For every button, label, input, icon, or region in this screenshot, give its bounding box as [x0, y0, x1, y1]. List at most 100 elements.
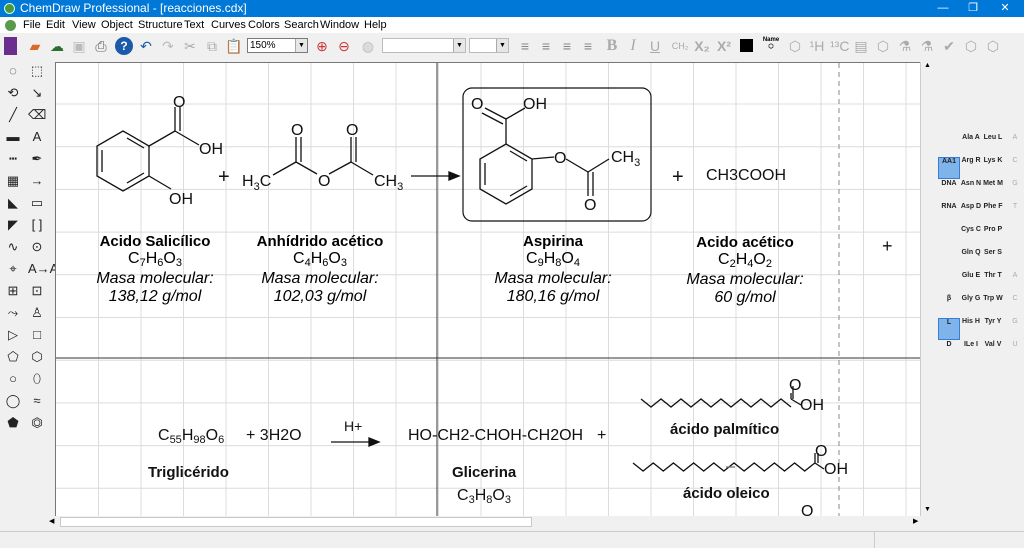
name-to-structure-icon[interactable]: Name⬡: [762, 37, 780, 55]
palette-item[interactable]: Ala A: [960, 134, 982, 156]
print-icon[interactable]: ⎙: [92, 37, 110, 55]
cut-icon[interactable]: ✂: [181, 37, 199, 55]
palette-item[interactable]: T: [1004, 203, 1024, 225]
palette-item[interactable]: G: [1004, 318, 1024, 340]
oleic-acid-chain[interactable]: [633, 453, 824, 471]
palette-item[interactable]: C: [1004, 157, 1024, 179]
scroll-up-icon[interactable]: ▲: [924, 62, 931, 69]
menu-window[interactable]: Window: [320, 17, 359, 33]
align-left-icon[interactable]: ≡: [516, 37, 534, 55]
dashed-bond-tool-icon[interactable]: ┅: [4, 150, 22, 168]
palette-item[interactable]: β: [938, 295, 960, 317]
hexagon-tool-icon[interactable]: ⬡: [28, 348, 46, 366]
menu-help[interactable]: Help: [364, 17, 387, 33]
superscript-icon[interactable]: X²: [715, 37, 733, 55]
marquee-tool-icon[interactable]: ⬚: [28, 62, 46, 80]
minimize-button[interactable]: —: [928, 0, 958, 17]
palette-item[interactable]: RNA: [938, 203, 960, 225]
clean-icon[interactable]: ⚗: [918, 37, 936, 55]
vertical-scrollbar[interactable]: ▲ ▼: [920, 62, 934, 516]
redo-icon[interactable]: ↷: [159, 37, 177, 55]
circle-tool-icon[interactable]: ○: [4, 370, 22, 388]
palette-item[interactable]: D: [938, 341, 960, 363]
mass-fragment-tool-icon[interactable]: ⤳: [4, 304, 22, 322]
stamp-tool-icon[interactable]: ♙: [28, 304, 46, 322]
document-icon[interactable]: [5, 20, 16, 31]
palette-item[interactable]: Pro P: [982, 226, 1004, 248]
cyclohexane-tool-icon[interactable]: ⬯: [28, 370, 46, 388]
copy-icon[interactable]: ⧉: [203, 37, 221, 55]
palette-item[interactable]: C: [1004, 295, 1024, 317]
benzene-tool-icon[interactable]: ⏣: [28, 414, 46, 432]
check-icon[interactable]: ✔: [940, 37, 958, 55]
rectangle-tool-icon[interactable]: ▭: [28, 194, 46, 212]
palette-item[interactable]: AA1: [938, 157, 960, 179]
palette-item[interactable]: A: [1004, 134, 1024, 156]
structure-to-name-icon[interactable]: ⬡: [786, 37, 804, 55]
rotate-tool-icon[interactable]: ⟲: [4, 84, 22, 102]
palette-item[interactable]: L: [938, 318, 960, 340]
phenyl-2-icon[interactable]: ⬡: [984, 37, 1002, 55]
palette-item[interactable]: Met M: [982, 180, 1004, 202]
bracket-tool-icon[interactable]: [ ]: [28, 216, 46, 234]
help-icon[interactable]: ?: [115, 37, 133, 55]
zoom-out-icon[interactable]: ⊖: [335, 37, 353, 55]
palmitic-acid-chain[interactable]: [641, 386, 801, 407]
maximize-button[interactable]: ❐: [958, 0, 988, 17]
menu-object[interactable]: Object: [101, 17, 133, 33]
bold-wedge-tool-icon[interactable]: ◤: [4, 216, 22, 234]
menu-view[interactable]: View: [72, 17, 96, 33]
orbital-tool-icon[interactable]: ⊙: [28, 238, 46, 256]
scroll-left-icon[interactable]: ◀: [49, 517, 54, 525]
table-icon[interactable]: ▤: [852, 37, 870, 55]
menu-edit[interactable]: Edit: [46, 17, 65, 33]
palette-item[interactable]: Cys C: [960, 226, 982, 248]
reaction-icon[interactable]: ⚗: [896, 37, 914, 55]
font-size-select[interactable]: ▼: [469, 38, 509, 53]
menu-search[interactable]: Search: [284, 17, 319, 33]
zoom-in-icon[interactable]: ⊕: [313, 37, 331, 55]
undo-icon[interactable]: ↶: [137, 37, 155, 55]
palette-item[interactable]: Trp W: [982, 295, 1004, 317]
palette-item[interactable]: [1004, 226, 1024, 248]
palette-item[interactable]: Ser S: [982, 249, 1004, 271]
eraser-tool-icon[interactable]: ⌫: [28, 106, 46, 124]
scroll-down-icon[interactable]: ▼: [924, 506, 931, 513]
pen-tool-icon[interactable]: ✒: [28, 150, 46, 168]
chain-tool-icon[interactable]: ∿: [4, 238, 22, 256]
menu-curves[interactable]: Curves: [211, 17, 246, 33]
palette-item[interactable]: [938, 249, 960, 271]
palette-item[interactable]: ILe I: [960, 341, 982, 363]
palette-item[interactable]: DNA: [938, 180, 960, 202]
zoom-select[interactable]: 150%▼: [247, 38, 308, 53]
bold-icon[interactable]: B: [603, 37, 621, 55]
scroll-right-icon[interactable]: ▶: [913, 517, 918, 525]
square-tool-icon[interactable]: □: [28, 326, 46, 344]
triangle-tool-icon[interactable]: ▷: [4, 326, 22, 344]
horizontal-scrollbar[interactable]: ◀ ▶: [55, 516, 920, 528]
table-tool-icon[interactable]: ⊞: [4, 282, 22, 300]
cyclopentadiene-tool-icon[interactable]: ⬟: [4, 414, 22, 432]
h-nmr-icon[interactable]: ¹H: [808, 37, 826, 55]
paste-icon[interactable]: 📋: [225, 37, 243, 55]
style-icon[interactable]: ◍: [359, 37, 377, 55]
palette-item[interactable]: G: [1004, 180, 1024, 202]
palette-item[interactable]: Lys K: [982, 157, 1004, 179]
heptagon-tool-icon[interactable]: ◯: [4, 392, 22, 410]
c-nmr-icon[interactable]: ¹³C: [830, 37, 848, 55]
acetic-acid-structure[interactable]: CH3COOH: [706, 167, 786, 185]
check-structure-icon[interactable]: ⬡: [874, 37, 892, 55]
water-reagent[interactable]: + 3H2O: [246, 427, 302, 445]
palette-item[interactable]: [1004, 249, 1024, 271]
font-select[interactable]: ▼: [382, 38, 466, 53]
align-center-icon[interactable]: ≡: [537, 37, 555, 55]
scroll-thumb[interactable]: [60, 517, 532, 527]
triglyceride-formula[interactable]: C55H98O6: [158, 427, 224, 446]
text-tool-icon[interactable]: A: [28, 128, 46, 146]
menu-structure[interactable]: Structure: [138, 17, 183, 33]
align-right-icon[interactable]: ≡: [558, 37, 576, 55]
arrow-tool-icon[interactable]: →: [28, 172, 46, 190]
justify-icon[interactable]: ≡: [579, 37, 597, 55]
pentagon-tool-icon[interactable]: ⬠: [4, 348, 22, 366]
close-button[interactable]: ✕: [990, 0, 1020, 17]
